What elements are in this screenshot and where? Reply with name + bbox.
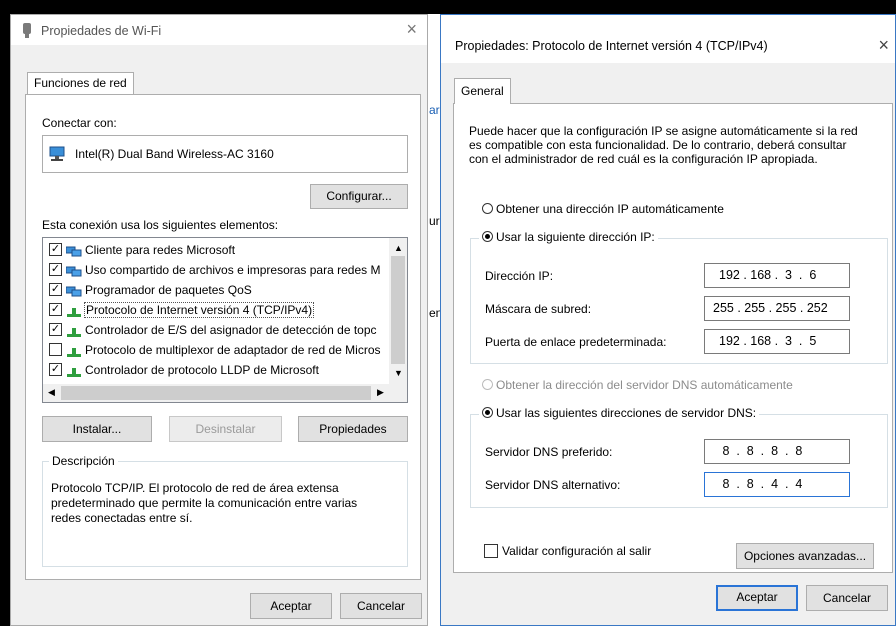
auto-dns-label: Obtener la dirección del servidor DNS au…	[496, 378, 793, 392]
adapter-box: Intel(R) Dual Band Wireless-AC 3160	[42, 135, 408, 173]
background-fragment: ar	[429, 103, 440, 117]
gateway-label: Puerta de enlace predeterminada:	[485, 335, 667, 349]
auto-dns-option[interactable]: Obtener la dirección del servidor DNS au…	[482, 378, 793, 392]
close-icon[interactable]: ×	[878, 35, 889, 55]
ipv4-properties-dialog: Propiedades: Protocolo de Internet versi…	[440, 14, 896, 626]
gateway-field[interactable]: 192 . 168 . 3 . 5	[704, 329, 850, 354]
networking-panel: Conectar con: Intel(R) Dual Band Wireles…	[25, 94, 421, 580]
item-label: Uso compartido de archivos e impresoras …	[85, 263, 381, 277]
scroll-right-icon[interactable]: ▶	[377, 387, 384, 398]
protocol-icon	[66, 344, 82, 357]
list-item[interactable]: Protocolo de multiplexor de adaptador de…	[49, 340, 381, 360]
description-text: Protocolo TCP/IP. El protocolo de red de…	[51, 481, 358, 525]
list-item[interactable]: ✓ Programador de paquetes QoS	[49, 280, 252, 300]
client-icon	[65, 244, 82, 257]
horizontal-scrollbar[interactable]: ◀ ▶	[43, 384, 407, 402]
tab-networking[interactable]: Funciones de red	[27, 72, 134, 94]
item-checkbox[interactable]: ✓	[49, 243, 62, 257]
title-bar: Propiedades de Wi-Fi ×	[11, 15, 427, 45]
validate-label: Validar configuración al salir	[502, 544, 652, 558]
wifi-properties-dialog: Propiedades de Wi-Fi × Funciones de red …	[10, 14, 428, 626]
install-button[interactable]: Instalar...	[42, 416, 152, 442]
preferred-dns-field[interactable]: 8 . 8 . 8 . 8	[704, 439, 850, 464]
vertical-scrollbar[interactable]: ▲ ▼	[389, 238, 407, 384]
item-checkbox[interactable]	[49, 343, 62, 357]
item-label: Controlador de E/S del asignador de dete…	[85, 323, 377, 337]
intro-text: Puede hacer que la configuración IP se a…	[469, 124, 858, 166]
description-group: Descripción Protocolo TCP/IP. El protoco…	[42, 454, 408, 567]
network-card-icon	[49, 146, 65, 161]
item-label: Cliente para redes Microsoft	[85, 243, 236, 257]
cancel-button[interactable]: Cancelar	[806, 585, 888, 611]
properties-button[interactable]: Propiedades	[298, 416, 408, 442]
item-label: Controlador de protocolo LLDP de Microso…	[85, 363, 319, 377]
manual-dns-radio[interactable]	[482, 407, 493, 419]
dialog-title: Propiedades de Wi-Fi	[41, 24, 162, 38]
configure-button[interactable]: Configurar...	[310, 184, 408, 209]
list-item[interactable]: ✓ Uso compartido de archivos e impresoras…	[49, 260, 380, 280]
item-label: Protocolo de multiplexor de adaptador de…	[85, 343, 381, 357]
file-sharing-icon	[65, 264, 82, 277]
item-label: Programador de paquetes QoS	[85, 283, 252, 297]
subnet-mask-field[interactable]: 255 . 255 . 255 . 252	[704, 296, 850, 321]
preferred-dns-label: Servidor DNS preferido:	[485, 445, 613, 459]
ip-label: Dirección IP:	[485, 269, 554, 283]
scroll-thumb-horizontal[interactable]	[61, 386, 371, 400]
scroll-thumb[interactable]	[391, 256, 405, 364]
item-checkbox[interactable]: ✓	[49, 323, 62, 337]
background-fragment: ur	[429, 214, 440, 228]
item-checkbox[interactable]: ✓	[49, 263, 62, 277]
list-item[interactable]: ✓ Cliente para redes Microsoft	[49, 240, 235, 260]
dialog-title: Propiedades: Protocolo de Internet versi…	[455, 39, 768, 53]
manual-dns-label: Usar las siguientes direcciones de servi…	[496, 406, 757, 420]
tab-general[interactable]: General	[454, 78, 511, 104]
uninstall-button[interactable]: Desinstalar	[169, 416, 282, 442]
protocol-icon	[66, 304, 82, 317]
manual-ip-group: Usar la siguiente dirección IP: Direcció…	[470, 230, 888, 364]
auto-dns-radio[interactable]	[482, 379, 493, 391]
general-panel: Puede hacer que la configuración IP se a…	[453, 103, 893, 573]
elements-list[interactable]: ✓ Cliente para redes Microsoft ✓ Uso compa…	[42, 237, 408, 403]
description-legend: Descripción	[49, 454, 118, 468]
advanced-options-button[interactable]: Opciones avanzadas...	[736, 543, 874, 569]
manual-ip-label: Usar la siguiente dirección IP:	[496, 230, 655, 244]
elements-label: Esta conexión usa los siguientes element…	[42, 218, 279, 232]
item-checkbox[interactable]: ✓	[49, 363, 62, 377]
adapter-name: Intel(R) Dual Band Wireless-AC 3160	[75, 147, 274, 161]
accept-button[interactable]: Aceptar	[250, 593, 332, 619]
alternate-dns-label: Servidor DNS alternativo:	[485, 478, 621, 492]
protocol-icon	[66, 364, 82, 377]
qos-icon	[65, 284, 82, 297]
manual-ip-option[interactable]: Usar la siguiente dirección IP:	[479, 230, 658, 244]
scroll-down-icon[interactable]: ▼	[394, 368, 403, 378]
protocol-icon	[66, 324, 82, 337]
network-adapter-icon	[23, 23, 31, 38]
list-item[interactable]: ✓ Controlador de E/S del asignador de det…	[49, 320, 377, 340]
close-icon[interactable]: ×	[406, 19, 417, 39]
accept-button[interactable]: Aceptar	[716, 585, 798, 611]
ip-address-field[interactable]: 192 . 168 . 3 . 6	[704, 263, 850, 288]
validate-checkbox[interactable]	[484, 543, 498, 558]
list-item[interactable]: ✓ Controlador de protocolo LLDP de Micros…	[49, 360, 319, 380]
item-checkbox[interactable]: ✓	[49, 303, 62, 317]
list-item[interactable]: ✓ Protocolo de Internet versión 4 (TCP/IP…	[49, 300, 315, 320]
scroll-left-icon[interactable]: ◀	[48, 387, 55, 398]
manual-ip-radio[interactable]	[482, 231, 493, 243]
alternate-dns-field[interactable]: 8 . 8 . 4 . 4	[704, 472, 850, 497]
item-checkbox[interactable]: ✓	[49, 283, 62, 297]
manual-dns-option[interactable]: Usar las siguientes direcciones de servi…	[479, 406, 760, 420]
item-label: Protocolo de Internet versión 4 (TCP/IPv…	[83, 302, 315, 318]
auto-ip-radio[interactable]	[482, 203, 493, 215]
auto-ip-label: Obtener una dirección IP automáticamente	[496, 202, 724, 216]
manual-dns-group: Usar las siguientes direcciones de servi…	[470, 406, 888, 508]
validate-option[interactable]: Validar configuración al salir	[484, 543, 652, 559]
mask-label: Máscara de subred:	[485, 302, 592, 316]
cancel-button[interactable]: Cancelar	[340, 593, 422, 619]
scroll-up-icon[interactable]: ▲	[394, 243, 403, 253]
connect-label: Conectar con:	[42, 116, 117, 130]
title-bar: Propiedades: Protocolo de Internet versi…	[441, 15, 895, 63]
auto-ip-option[interactable]: Obtener una dirección IP automáticamente	[482, 202, 724, 216]
